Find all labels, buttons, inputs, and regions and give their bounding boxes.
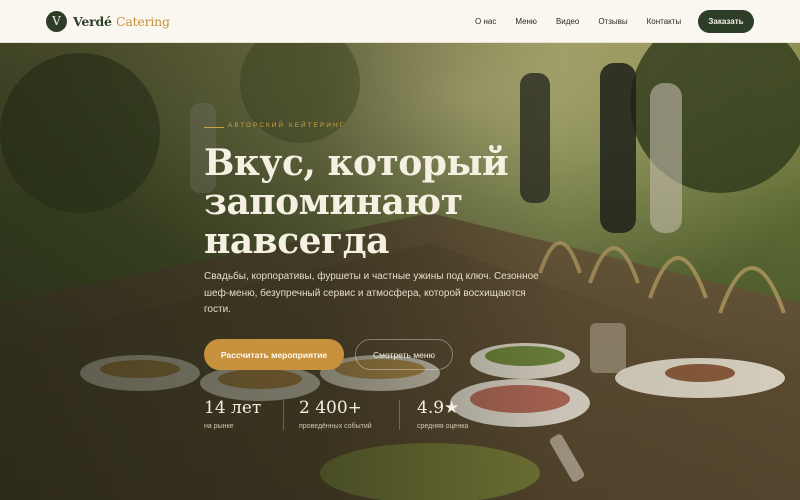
stat-rating: 4.9★ средняя оценка <box>417 398 468 430</box>
hero-subtitle: Свадьбы, корпоративы, фуршеты и частные … <box>204 271 539 315</box>
headline-line-2: запоминают <box>204 181 463 223</box>
stat-value: 14 лет <box>204 398 262 418</box>
stat-label: проведённых событий <box>299 423 372 430</box>
headline-line-1: Вкус, который <box>204 142 509 184</box>
stat-divider <box>399 400 400 430</box>
view-menu-button[interactable]: Смотреть меню <box>355 339 453 370</box>
stat-value: 2 400+ <box>299 398 362 418</box>
main-nav: О нас Меню Видео Отзывы Контакты <box>475 0 681 43</box>
stat-events: 2 400+ проведённых событий <box>299 398 372 430</box>
nav-link-reviews[interactable]: Отзывы <box>598 17 627 26</box>
stat-label: средняя оценка <box>417 423 469 430</box>
calculate-event-button[interactable]: Рассчитать мероприятие <box>204 339 344 370</box>
logo-mark[interactable]: V <box>46 10 67 32</box>
logo-wordmark[interactable]: Verdé Catering <box>73 14 170 29</box>
brand-name: Verdé <box>73 13 112 29</box>
stat-years: 14 лет на рынке <box>204 398 261 430</box>
stat-label: на рынке <box>204 423 234 430</box>
hero-eyebrow: АВТОРСКИЙ КЕЙТЕРИНГ <box>228 122 346 129</box>
order-button[interactable]: Заказать <box>698 10 754 33</box>
nav-link-video[interactable]: Видео <box>556 17 579 26</box>
stat-value: 4.9★ <box>417 398 460 418</box>
brand-accent: Catering <box>115 13 170 29</box>
nav-link-contacts[interactable]: Контакты <box>647 17 682 26</box>
stat-divider <box>283 400 284 430</box>
site-header: V Verdé Catering О нас Меню Видео Отзывы… <box>0 0 800 43</box>
headline-line-3: навсегда <box>204 220 389 262</box>
eyebrow-divider <box>204 127 224 128</box>
hero-headline: Вкус, который запоминают навсегда <box>204 144 544 261</box>
nav-link-about[interactable]: О нас <box>475 17 496 26</box>
nav-link-menu[interactable]: Меню <box>515 17 537 26</box>
